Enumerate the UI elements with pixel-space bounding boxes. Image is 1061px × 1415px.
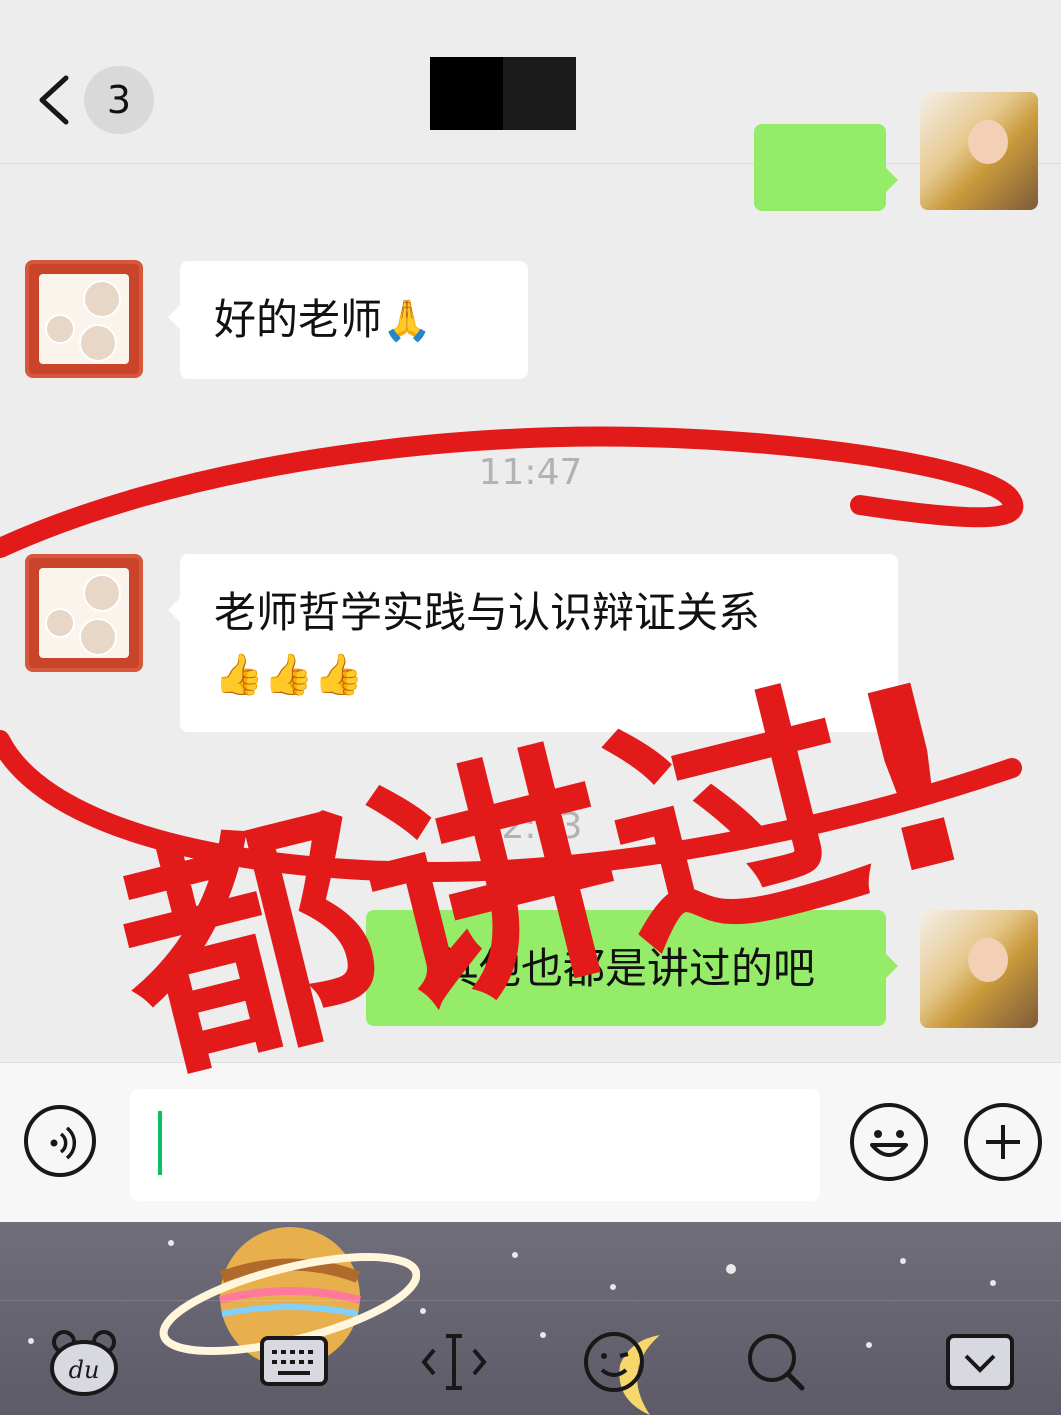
message-input[interactable] xyxy=(130,1089,820,1201)
nav-bar: 3 xyxy=(0,0,1061,164)
keyboard-icon[interactable] xyxy=(254,1322,334,1402)
message-input-bar xyxy=(0,1062,1061,1223)
voice-icon[interactable] xyxy=(24,1105,96,1177)
message-text: 好的老师 xyxy=(214,295,383,344)
my-avatar[interactable] xyxy=(920,92,1038,210)
incoming-message-bubble[interactable]: 老师哲学实践与认识辩证关系 👍👍👍 xyxy=(168,554,898,732)
cursor-move-icon[interactable] xyxy=(414,1322,494,1402)
chat-history[interactable]: 好的老师🙏 11:47 老师哲学实践与认识辩证关系 👍👍👍 12:03 其他也都… xyxy=(0,92,1061,1064)
sticker-icon[interactable] xyxy=(574,1322,654,1402)
message-timestamp: 11:47 xyxy=(478,452,583,493)
message-timestamp: 12:03 xyxy=(478,806,583,847)
message-text: 其他也都是讲过的吧 xyxy=(436,944,815,993)
outgoing-message-bubble[interactable]: 其他也都是讲过的吧 xyxy=(366,910,898,1026)
my-avatar[interactable] xyxy=(920,910,1038,1028)
du-bear-icon[interactable]: du xyxy=(44,1322,124,1402)
redacted-chat-title xyxy=(430,57,576,130)
keyboard-toolbar: du xyxy=(0,1222,1061,1415)
incoming-message-bubble[interactable]: 好的老师🙏 xyxy=(168,261,528,379)
message-text: 老师哲学实践与认识辩证关系 xyxy=(214,588,761,637)
teacher-avatar[interactable] xyxy=(25,260,143,378)
keyboard-toolbar-row xyxy=(0,1300,1061,1415)
plus-icon[interactable] xyxy=(964,1103,1042,1181)
back-chevron-icon[interactable] xyxy=(34,72,74,128)
collapse-keyboard-icon[interactable] xyxy=(940,1322,1020,1402)
text-cursor xyxy=(158,1111,162,1175)
teacher-avatar[interactable] xyxy=(25,554,143,672)
emoji-icon[interactable] xyxy=(850,1103,928,1181)
thumbs-up-emoji: 👍👍👍 xyxy=(214,652,364,698)
svg-text:du: du xyxy=(69,1356,100,1384)
search-icon[interactable] xyxy=(736,1322,816,1402)
unread-count-badge[interactable]: 3 xyxy=(84,66,154,134)
praying-hands-emoji: 🙏 xyxy=(382,298,432,344)
outgoing-message-bubble-partial[interactable] xyxy=(754,124,898,211)
